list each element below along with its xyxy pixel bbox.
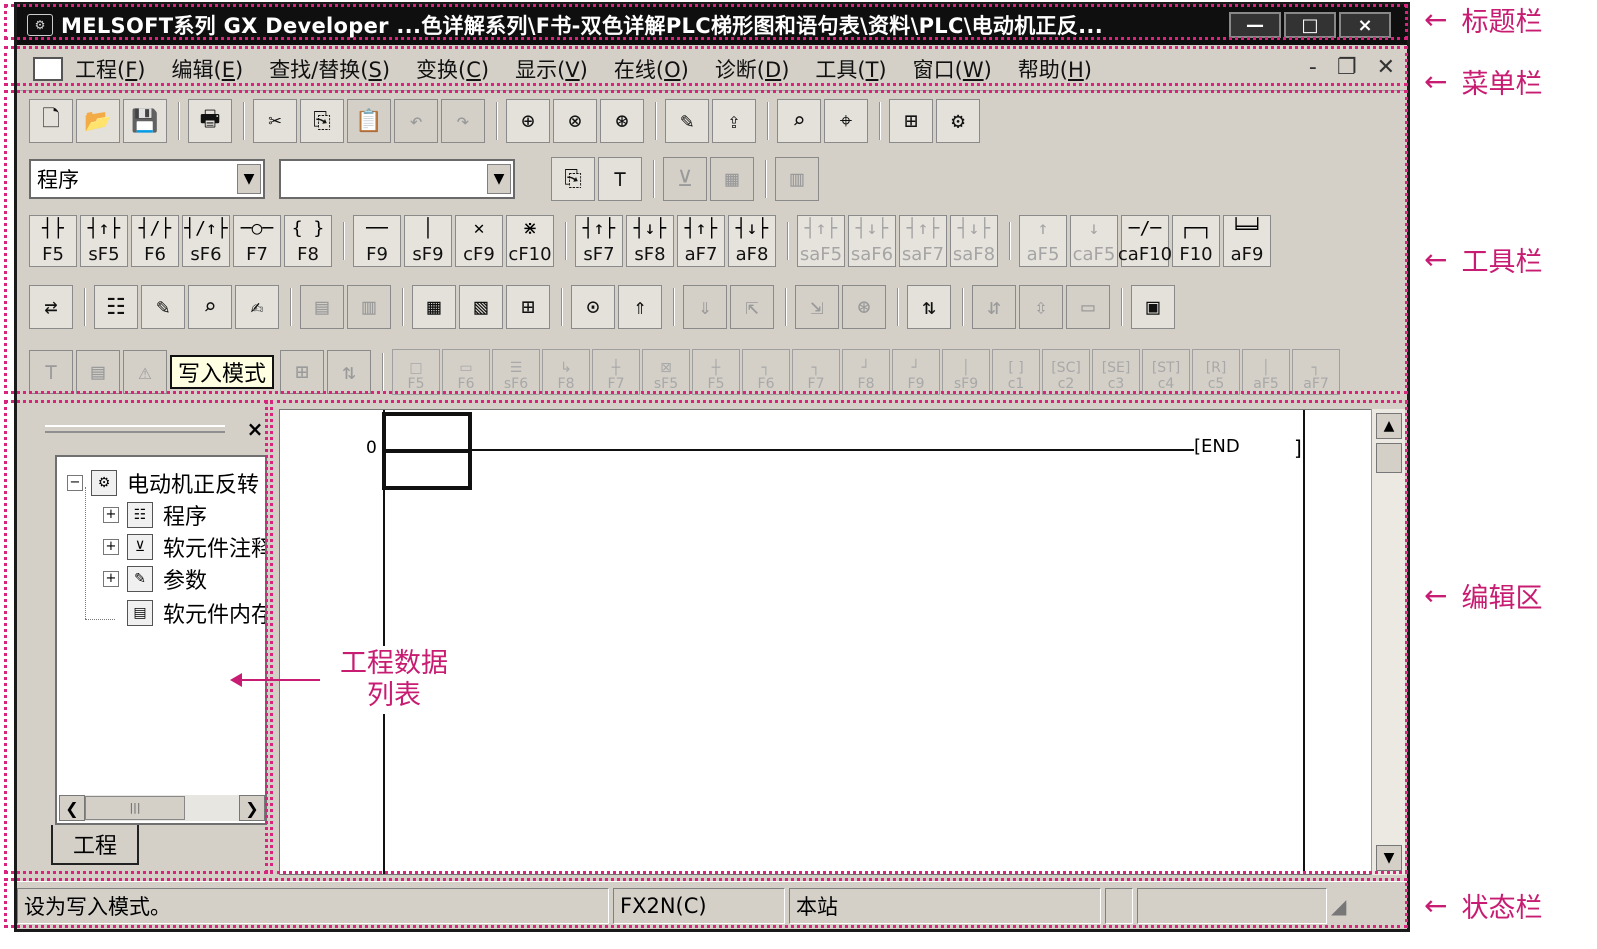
- annotation-label: 菜单栏: [1461, 69, 1543, 100]
- annotation-label: 标题栏: [1461, 7, 1543, 38]
- annotation-menu-bar: ← 菜单栏: [1424, 62, 1542, 101]
- annotation-project-list: 工程数据 列表: [230, 646, 454, 714]
- project-list-frame: [4, 400, 268, 874]
- annotation-arrow: [230, 673, 320, 687]
- toolbar-frame: [4, 90, 1408, 394]
- annotation-label: 状态栏: [1461, 893, 1543, 924]
- edit-area-frame: [270, 400, 1408, 874]
- menu-bar-frame: [4, 46, 1408, 86]
- annotation-status-bar: ← 状态栏: [1424, 886, 1542, 925]
- annotation-label: 列表: [367, 680, 421, 711]
- annotation-label: 编辑区: [1461, 583, 1543, 614]
- annotation-label: 工具栏: [1461, 247, 1543, 278]
- annotation-label: 工程数据: [340, 648, 448, 679]
- annotation-toolbar: ← 工具栏: [1424, 240, 1542, 279]
- title-bar-frame: [4, 4, 1408, 40]
- status-bar-frame: [4, 878, 1408, 928]
- annotation-edit-area: ← 编辑区: [1424, 576, 1542, 615]
- annotation-title-bar: ← 标题栏: [1424, 0, 1542, 39]
